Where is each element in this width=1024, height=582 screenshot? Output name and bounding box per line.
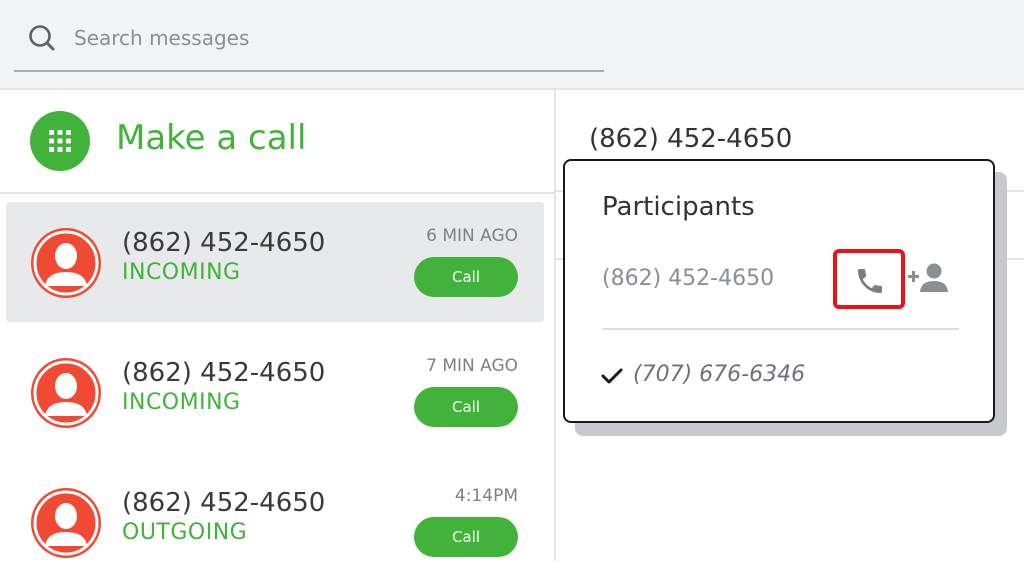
top-bar [0,0,1024,90]
call-button[interactable]: Call [414,517,518,557]
person-icon [33,360,99,426]
call-direction: INCOMING [122,390,241,415]
call-time: 4:14PM [454,486,518,506]
participant-separator [602,328,959,330]
popup-title: Participants [602,192,755,222]
make-call-label[interactable]: Make a call [116,118,306,158]
call-direction: OUTGOING [122,520,248,545]
search-input[interactable] [72,22,576,54]
add-person-icon [908,263,948,292]
dialpad-button[interactable] [30,111,90,171]
dialpad-icon [49,130,71,152]
participants-popup: Participants (862) 452-4650 (707) 676-63… [563,159,995,423]
caller-number: (862) 452-4650 [122,228,326,258]
avatar [31,358,101,428]
call-time: 7 MIN AGO [426,356,518,376]
search-bar[interactable] [14,14,604,72]
conversation-number: (862) 452-4650 [589,124,793,154]
call-list-item[interactable]: (862) 452-4650 INCOMING 7 MIN AGO Call [6,332,544,452]
add-participant-button[interactable] [908,261,950,299]
panel-divider [554,90,556,561]
call-direction: INCOMING [122,260,241,285]
checkmark-icon [601,367,623,389]
call-participant-button[interactable] [833,249,905,309]
person-icon [33,490,99,556]
search-icon[interactable] [28,24,56,52]
phone-icon [858,269,882,293]
self-number: (707) 676-6346 [633,362,806,387]
call-list-item[interactable]: (862) 452-4650 INCOMING 6 MIN AGO Call [6,202,544,322]
call-button[interactable]: Call [414,257,518,297]
call-time: 6 MIN AGO [426,226,518,246]
call-button[interactable]: Call [414,387,518,427]
avatar [31,488,101,558]
avatar [31,228,101,298]
caller-number: (862) 452-4650 [122,488,326,518]
participant-number: (862) 452-4650 [602,266,775,291]
person-icon [33,230,99,296]
call-history-panel: Make a call (862) 452-4650 INCOMING 6 MI… [0,90,554,561]
caller-number: (862) 452-4650 [122,358,326,388]
make-call-row[interactable]: Make a call [0,90,554,194]
call-list-item[interactable]: (862) 452-4650 OUTGOING 4:14PM Call [6,462,544,582]
